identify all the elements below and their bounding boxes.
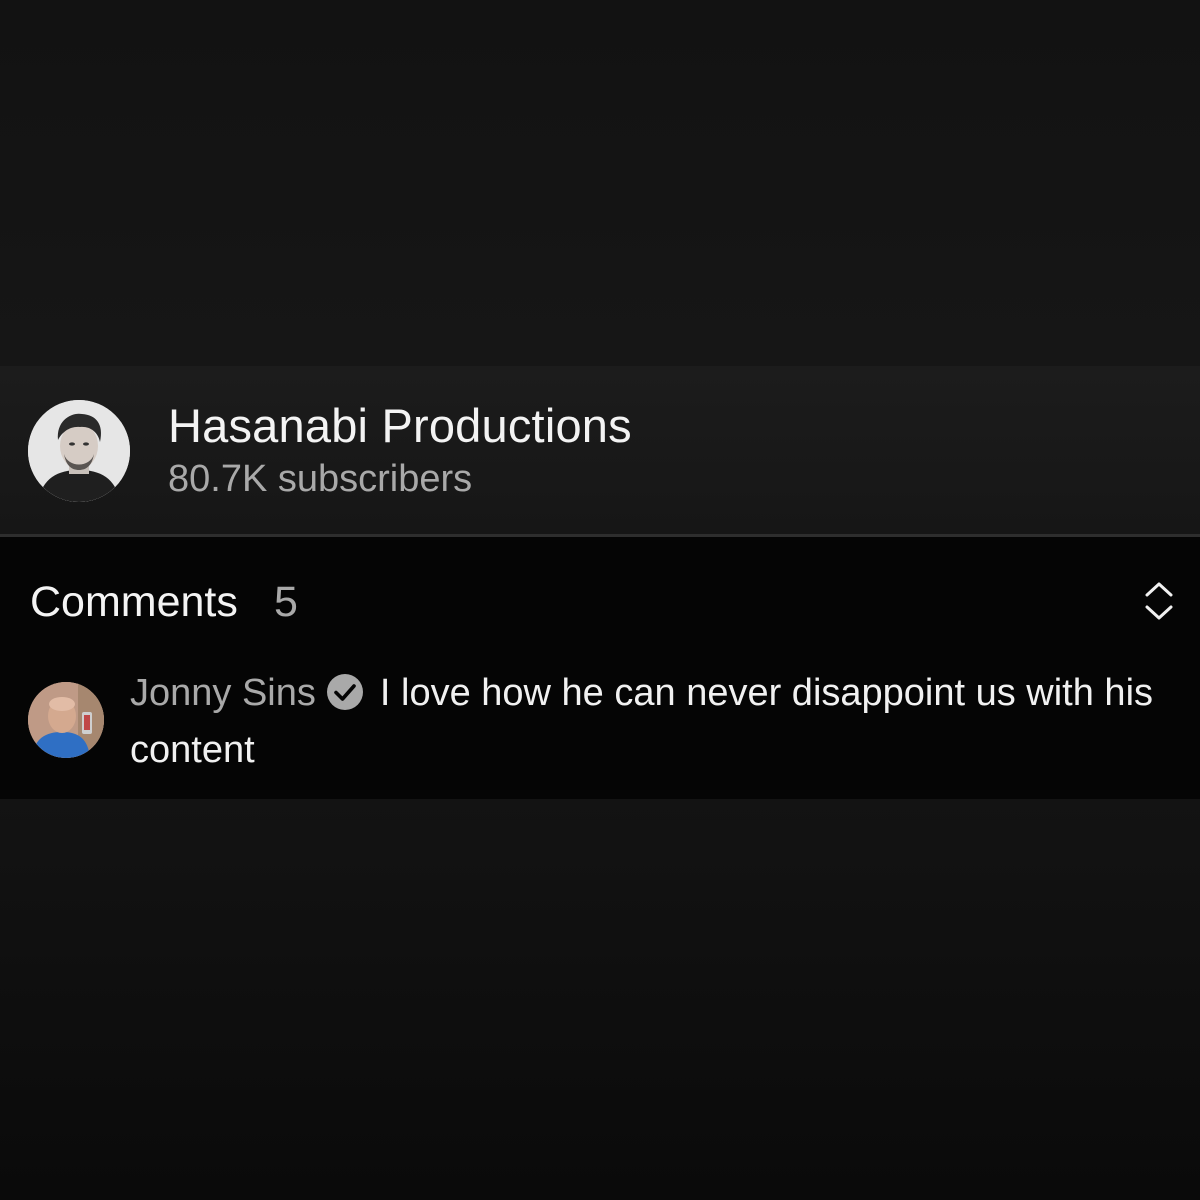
comment-author[interactable]: Jonny Sins	[130, 672, 316, 714]
subscriber-count: 80.7K subscribers	[168, 458, 473, 500]
comments-title: Comments	[30, 578, 238, 626]
video-area[interactable]	[0, 0, 1200, 366]
commenter-avatar[interactable]	[28, 682, 104, 758]
comments-count: 5	[274, 578, 298, 626]
page: Hasanabi Productions 80.7K subscribers C…	[0, 0, 1200, 1200]
top-comment[interactable]: Jonny Sins I love how he can never disapp…	[130, 665, 1170, 779]
verified-check-icon	[326, 671, 364, 710]
channel-avatar[interactable]	[28, 400, 130, 502]
channel-avatar-image	[28, 400, 130, 502]
commenter-avatar-image	[28, 682, 104, 758]
expand-collapse-chevrons-icon[interactable]	[1136, 576, 1182, 626]
channel-name[interactable]: Hasanabi Productions	[168, 398, 632, 453]
below-comments-area	[0, 799, 1200, 1200]
